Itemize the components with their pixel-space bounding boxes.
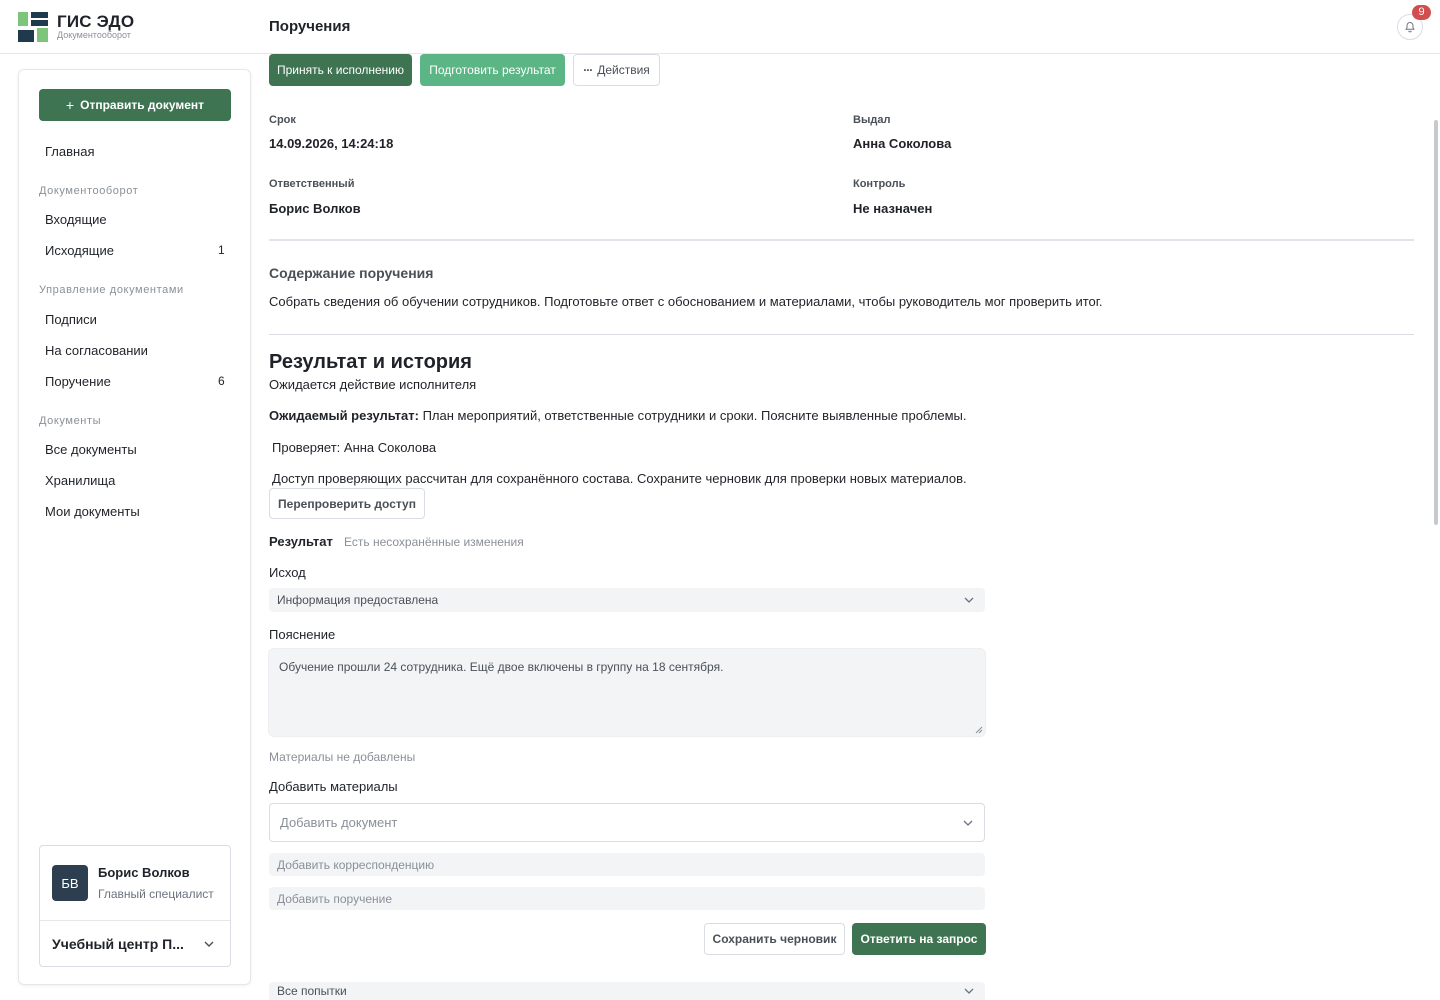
no-materials-note: Материалы не добавлены: [269, 750, 416, 764]
add-correspondence-placeholder: Добавить корреспонденцию: [277, 857, 435, 872]
outcome-label: Исход: [269, 565, 306, 580]
save-draft-button[interactable]: Сохранить черновик: [704, 923, 845, 955]
expected-result-label: Ожидаемый результат:: [269, 408, 419, 423]
unsaved-changes-note: Есть несохранённые изменения: [344, 535, 524, 549]
chevron-down-icon: [963, 820, 973, 826]
result-history-title: Результат и история: [269, 351, 472, 373]
page-title: Поручения: [269, 18, 351, 35]
user-card: БВ Борис Волков Главный специалист Учебн…: [39, 845, 231, 967]
control-label: Контроль: [853, 178, 906, 190]
outcome-value: Информация предоставлена: [277, 593, 439, 607]
add-correspondence-input[interactable]: Добавить корреспонденцию: [269, 853, 985, 876]
sidebar-item-home[interactable]: Главная: [45, 144, 94, 159]
avatar: БВ: [52, 865, 88, 901]
attempts-select[interactable]: Все попытки: [269, 982, 985, 1000]
recheck-access-button[interactable]: Перепроверить доступ: [269, 488, 425, 519]
expected-result: Ожидаемый результат: План мероприятий, о…: [269, 408, 967, 423]
explanation-value: Обучение прошли 24 сотрудника. Ещё двое …: [279, 660, 724, 674]
sidebar-item-storage[interactable]: Хранилища: [45, 473, 115, 488]
sidebar-group-manage: Управление документами: [39, 284, 184, 296]
access-note: Доступ проверяющих рассчитан для сохранё…: [272, 471, 967, 486]
reply-button[interactable]: Ответить на запрос: [852, 923, 986, 955]
actions-button[interactable]: ··· Действия: [573, 54, 660, 86]
sidebar-item-outgoing[interactable]: Исходящие: [45, 243, 114, 258]
add-document-placeholder: Добавить документ: [280, 815, 398, 830]
sidebar-item-signatures[interactable]: Подписи: [45, 312, 97, 327]
chevron-down-icon[interactable]: [203, 938, 215, 950]
add-materials-label: Добавить материалы: [269, 779, 398, 794]
chevron-down-icon: [964, 597, 974, 603]
deadline-value: 14.09.2026, 14:24:18: [269, 136, 394, 151]
assignment-content-title: Содержание поручения: [269, 265, 434, 281]
sidebar-group-docs: Документы: [39, 415, 102, 427]
attempts-value: Все попытки: [277, 984, 347, 998]
bell-icon: [1405, 22, 1415, 33]
prepare-result-button[interactable]: Подготовить результат: [420, 54, 565, 86]
sidebar-group-docflow: Документооборот: [39, 185, 139, 197]
issued-value: Анна Соколова: [853, 136, 952, 151]
plus-icon: +: [65, 97, 75, 113]
actions-label: Действия: [597, 63, 650, 77]
expected-result-text: План мероприятий, ответственные сотрудни…: [422, 408, 967, 423]
result-status: Ожидается действие исполнителя: [269, 377, 477, 392]
divider: [40, 920, 230, 921]
control-value: Не назначен: [853, 201, 933, 216]
app-subtitle: Документооборот: [57, 30, 131, 40]
issued-label: Выдал: [853, 114, 891, 126]
responsible-value: Борис Волков: [269, 201, 361, 216]
outcome-select[interactable]: Информация предоставлена: [269, 588, 985, 612]
organization-selector[interactable]: Учебный центр П...: [52, 936, 184, 952]
explanation-label: Пояснение: [269, 627, 336, 642]
divider: [269, 239, 1414, 241]
assignment-content-text: Собрать сведения об обучении сотрудников…: [269, 294, 1103, 309]
more-icon: ···: [583, 63, 593, 77]
sidebar-item-my-docs[interactable]: Мои документы: [45, 504, 140, 519]
add-document-select[interactable]: Добавить документ: [269, 803, 985, 842]
assignment-count: 6: [218, 374, 225, 388]
explanation-textarea[interactable]: Обучение прошли 24 сотрудника. Ещё двое …: [268, 648, 986, 737]
reviewer-text: Проверяет: Анна Соколова: [272, 440, 437, 455]
accept-button[interactable]: Принять к исполнению: [269, 54, 412, 86]
scrollbar[interactable]: [1434, 120, 1438, 525]
send-document-button[interactable]: + Отправить документ: [39, 89, 231, 121]
result-title: Результат: [269, 534, 333, 549]
chevron-down-icon: [964, 988, 974, 994]
app-logo-icon[interactable]: [18, 12, 50, 42]
top-header: ГИС ЭДО Документооборот Поручения 9: [0, 0, 1440, 54]
sidebar-item-assignment[interactable]: Поручение: [45, 374, 111, 389]
responsible-label: Ответственный: [269, 178, 355, 190]
add-assignment-placeholder: Добавить поручение: [277, 891, 393, 906]
notifications-badge: 9: [1412, 5, 1431, 20]
sidebar-item-all-docs[interactable]: Все документы: [45, 442, 137, 457]
user-name: Борис Волков: [98, 865, 190, 880]
resize-handle-icon[interactable]: [975, 726, 983, 734]
add-assignment-input[interactable]: Добавить поручение: [269, 887, 985, 910]
outgoing-count: 1: [218, 243, 225, 257]
sidebar-item-approval[interactable]: На согласовании: [45, 343, 148, 358]
app-name: ГИС ЭДО: [57, 12, 135, 31]
sidebar-item-incoming[interactable]: Входящие: [45, 212, 107, 227]
send-document-label: Отправить документ: [80, 98, 205, 112]
user-role: Главный специалист: [98, 887, 214, 901]
sidebar: + Отправить документ Главная Документооб…: [18, 69, 251, 985]
deadline-label: Срок: [269, 114, 296, 126]
divider: [269, 334, 1414, 335]
